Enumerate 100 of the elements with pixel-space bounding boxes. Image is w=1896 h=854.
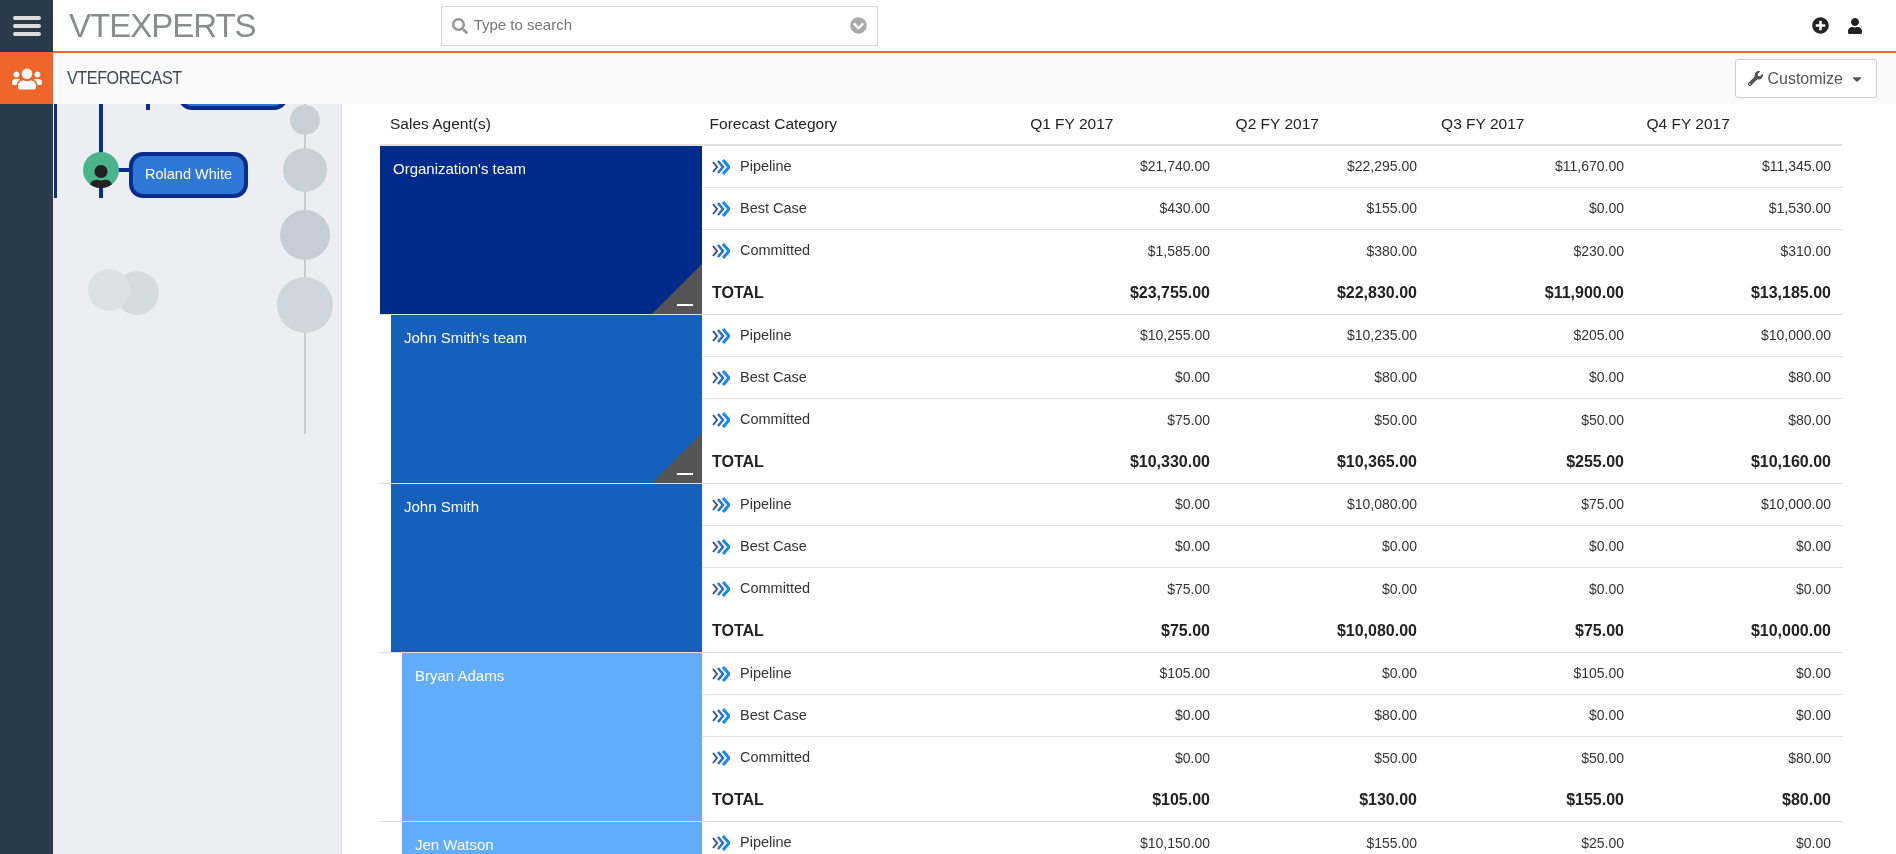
total-value: $10,160.00 [1750,452,1831,472]
amount-value: $105.00 [1573,664,1624,683]
category-label: Pipeline [740,156,792,176]
customize-button[interactable]: Customize [1735,59,1877,98]
double-chevron-icon [712,158,730,175]
total-value: $75.00 [1161,621,1210,641]
total-value: $10,365.00 [1336,452,1417,472]
category-label: Committed [740,410,811,430]
double-chevron-icon [712,581,730,597]
agent-name: Bryan Adams [415,667,505,684]
category-label: Best Case [740,198,807,218]
org-chart-node[interactable]: Roland White [129,152,249,198]
amount-value: $50.00 [1374,410,1417,430]
amount-value: $0.00 [1174,537,1210,556]
amount-value: $0.00 [1588,199,1624,218]
total-value: $11,900.00 [1544,283,1624,303]
category-label: Pipeline [740,663,792,683]
search-bar[interactable]: Type to search [440,5,878,46]
agent-name: John Smith's team [404,329,527,346]
menu-icon [12,14,41,37]
total-label: TOTAL [712,283,764,303]
amount-value: $155.00 [1366,833,1417,853]
double-chevron-icon [712,327,730,344]
double-chevron-icon [712,243,730,259]
amount-value: $310.00 [1780,241,1831,261]
total-label: TOTAL [712,790,764,810]
double-chevron-icon [712,665,730,682]
total-value: $155.00 [1566,790,1624,810]
menu-button[interactable] [0,0,53,52]
agent-name: Organization's team [393,160,526,177]
minus-icon [677,473,693,475]
category-label: Committed [740,241,811,261]
total-value: $255.00 [1566,452,1624,472]
amount-value: $10,000.00 [1760,495,1831,514]
amount-value: $10,000.00 [1760,326,1831,345]
amount-value: $80.00 [1788,410,1831,430]
user-button[interactable] [1847,17,1863,34]
category-label: Committed [740,748,811,768]
module-title: VTEFORECAST [67,66,182,91]
amount-value: $0.00 [1795,537,1831,556]
wrench-icon [1748,71,1764,86]
amount-value: $80.00 [1788,748,1831,768]
total-value: $80.00 [1782,790,1831,810]
column-header: Q4 FY 2017 [1646,115,1730,133]
add-button[interactable] [1812,17,1829,34]
user-icon [1847,17,1863,34]
agent-name: Jen Watson [415,836,494,853]
amount-value: $430.00 [1159,199,1210,218]
amount-value: $21,740.00 [1139,157,1210,176]
logo-text: VTEXPERTS [69,5,256,46]
total-value: $10,080.00 [1336,621,1417,641]
amount-value: $0.00 [1381,537,1417,556]
amount-value: $11,670.00 [1554,157,1624,176]
amount-value: $10,080.00 [1346,495,1417,514]
total-value: $10,000.00 [1750,621,1831,641]
amount-value: $10,150.00 [1139,833,1210,853]
double-chevron-icon [712,707,730,724]
amount-value: $75.00 [1167,410,1210,430]
category-label: Committed [740,579,811,599]
amount-value: $80.00 [1374,706,1417,725]
amount-value: $50.00 [1581,410,1624,430]
double-chevron-icon [712,496,730,513]
column-header: Q1 FY 2017 [1030,115,1114,133]
amount-value: $0.00 [1174,748,1210,768]
double-chevron-icon [712,835,730,851]
double-chevron-icon [712,412,730,428]
amount-value: $0.00 [1381,664,1417,683]
total-value: $75.00 [1575,621,1624,641]
column-header: Sales Agent(s) [390,115,491,133]
amount-value: $380.00 [1366,241,1417,261]
total-value: $10,330.00 [1129,452,1210,472]
amount-value: $105.00 [1159,664,1210,683]
amount-value: $25.00 [1581,833,1624,853]
amount-value: $205.00 [1573,326,1624,345]
category-label: Pipeline [740,833,792,853]
amount-value: $0.00 [1381,579,1417,599]
double-chevron-icon [712,538,730,555]
amount-value: $0.00 [1795,706,1831,725]
amount-value: $75.00 [1581,495,1624,514]
amount-value: $75.00 [1167,579,1210,599]
amount-value: $0.00 [1588,537,1624,556]
amount-value: $22,295.00 [1346,157,1417,176]
amount-value: $230.00 [1573,241,1624,261]
category-label: Pipeline [740,325,792,345]
total-value: $22,830.00 [1336,283,1417,303]
amount-value: $0.00 [1795,833,1831,853]
amount-value: $11,345.00 [1761,157,1831,176]
total-value: $105.00 [1152,790,1210,810]
dropdown-icon [849,17,867,34]
total-value: $23,755.00 [1129,283,1210,303]
column-header: Q3 FY 2017 [1441,115,1525,133]
amount-value: $0.00 [1588,706,1624,725]
amount-value: $0.00 [1174,706,1210,725]
amount-value: $155.00 [1366,199,1417,218]
amount-value: $0.00 [1588,368,1624,387]
search-field[interactable]: Type to search [473,14,844,37]
double-chevron-icon [712,200,730,217]
amount-value: $80.00 [1788,368,1831,387]
total-value: $130.00 [1359,790,1417,810]
add-icon [1812,17,1829,34]
